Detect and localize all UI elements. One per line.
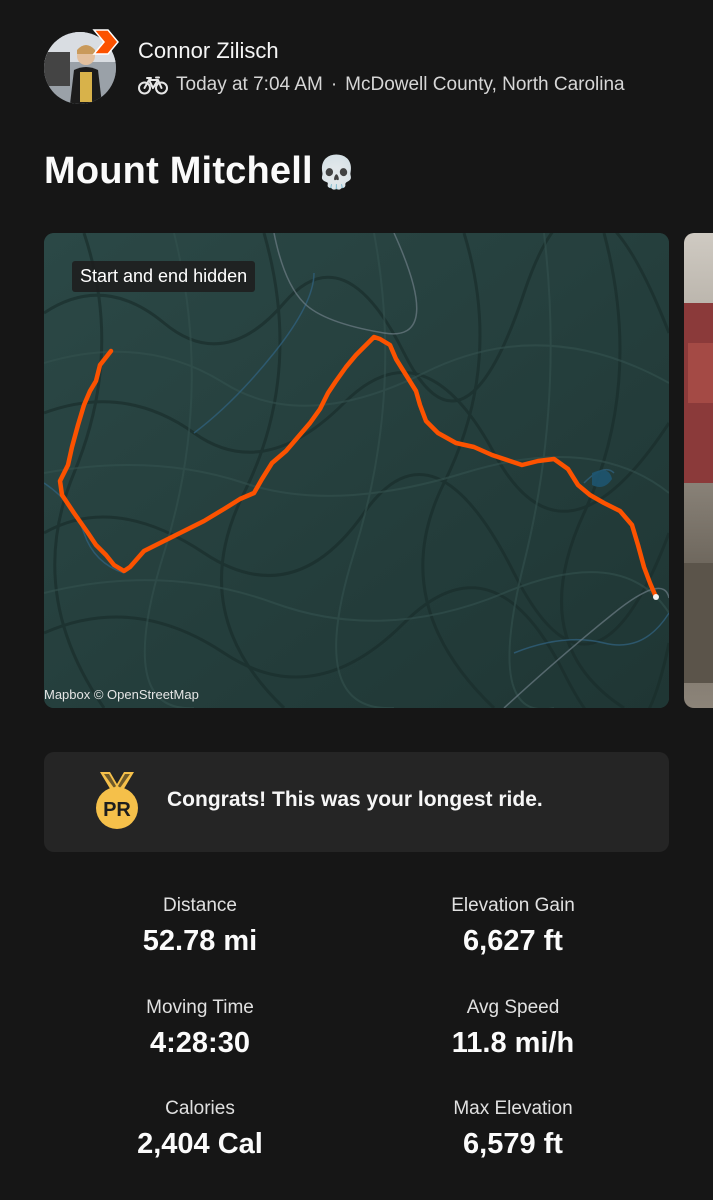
stat-label: Moving Time [146,997,254,1018]
activity-time: Today at 7:04 AM [176,74,323,95]
stat-value: 2,404 Cal [137,1128,263,1160]
stat-label: Calories [165,1098,235,1119]
activity-meta: Today at 7:04 AM · McDowell County, Nort… [138,74,625,96]
achievement-message: Congrats! This was your longest ride. [167,788,543,811]
stat-label: Max Elevation [453,1098,573,1119]
stat-elevation-gain: Elevation Gain 6,627 ft [357,895,669,958]
stat-value: 6,627 ft [463,925,563,957]
route-map[interactable]: Start and end hidden Mapbox © OpenStreet… [44,233,669,708]
activity-page: Connor Zilisch Today at 7:04 AM · McDowe… [0,0,713,1200]
stat-moving-time: Moving Time 4:28:30 [44,997,356,1060]
athlete-name[interactable]: Connor Zilisch [138,38,279,64]
subscriber-badge-icon [92,29,119,55]
activity-header: Connor Zilisch Today at 7:04 AM · McDowe… [44,28,684,108]
achievement-card[interactable]: PR Congrats! This was your longest ride. [44,752,669,852]
route-endpoint [653,594,659,600]
pr-medal-text: PR [103,799,131,821]
map-credit[interactable]: Mapbox © OpenStreetMap [44,687,199,702]
bike-icon [138,76,168,95]
activity-location: McDowell County, North Carolina [345,74,625,95]
privacy-label: Start and end hidden [72,261,256,292]
stat-avg-speed: Avg Speed 11.8 mi/h [357,997,669,1060]
meta-separator: · [330,74,338,95]
activity-title-text: Mount Mitchell [44,150,313,192]
activity-title: Mount Mitchell 💀 [44,150,357,193]
skull-emoji: 💀 [316,153,357,190]
stat-max-elevation: Max Elevation 6,579 ft [357,1098,669,1161]
stat-distance: Distance 52.78 mi [44,895,356,958]
stat-value: 6,579 ft [463,1128,563,1160]
stat-label: Distance [163,895,237,916]
stat-calories: Calories 2,404 Cal [44,1098,356,1161]
map-terrain [44,233,669,708]
pr-medal-icon: PR [96,772,138,829]
stat-label: Elevation Gain [451,895,575,916]
stat-value: 11.8 mi/h [451,1027,575,1059]
activity-photo-thumbnail[interactable] [684,233,713,708]
stat-value: 4:28:30 [150,1027,250,1059]
stat-value: 52.78 mi [142,925,258,957]
stat-label: Avg Speed [466,997,560,1018]
